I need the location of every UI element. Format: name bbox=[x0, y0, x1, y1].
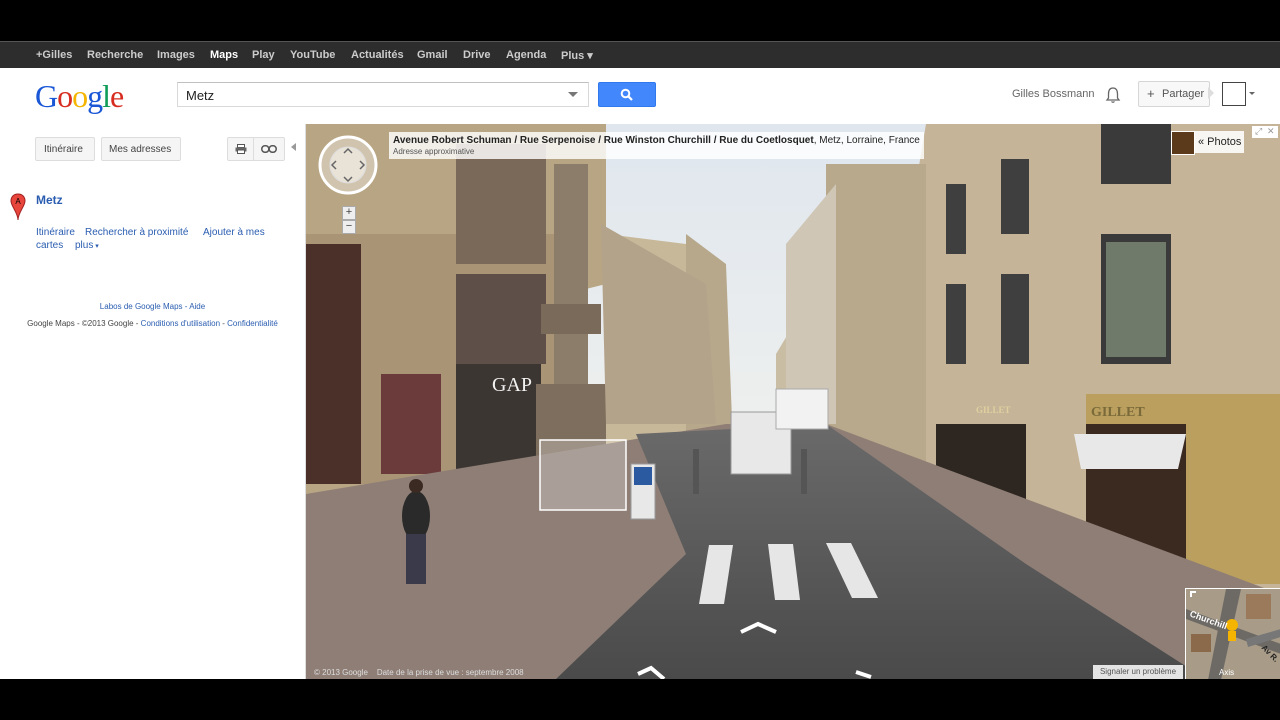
place-title[interactable]: Metz bbox=[36, 193, 63, 207]
collapse-panel-icon[interactable] bbox=[291, 143, 296, 151]
footer-line: Google Maps - ©2013 Google - Conditions … bbox=[27, 319, 278, 328]
shop-sign-gillet: GILLET bbox=[1091, 405, 1145, 420]
search-icon bbox=[620, 88, 633, 101]
gbar-item-search[interactable]: Recherche bbox=[87, 49, 143, 61]
notification-bell-icon[interactable] bbox=[1105, 86, 1121, 104]
labs-help-line[interactable]: Labos de Google Maps - Aide bbox=[0, 302, 305, 311]
chevron-down-icon[interactable] bbox=[1249, 92, 1255, 95]
add-to-maps-link[interactable]: Ajouter à mes bbox=[203, 227, 265, 238]
marker-letter: A bbox=[15, 197, 21, 206]
share-label: Partager bbox=[1162, 88, 1205, 100]
capture-date: Date de la prise de vue : septembre 2008 bbox=[376, 668, 524, 677]
photos-button[interactable]: « Photos bbox=[1171, 131, 1244, 155]
search-box bbox=[177, 82, 589, 107]
photos-label: « Photos bbox=[1198, 136, 1242, 148]
gbar-item-play[interactable]: Play bbox=[252, 49, 275, 61]
gbar-item-gmail[interactable]: Gmail bbox=[417, 49, 448, 61]
chevron-down-icon: ▾ bbox=[93, 243, 99, 250]
gbar-item-youtube[interactable]: YouTube bbox=[290, 49, 335, 61]
minimap-image bbox=[1186, 589, 1280, 679]
print-button[interactable] bbox=[227, 137, 255, 161]
print-icon bbox=[235, 144, 247, 154]
link-icon bbox=[261, 145, 277, 153]
itinerary-button-label: Itinéraire bbox=[44, 144, 83, 155]
street-view-panorama[interactable]: GAP GILLET GILLET + − Avenue Robert Schu… bbox=[306, 124, 1280, 679]
copyright-text: © 2013 Google bbox=[314, 668, 368, 677]
search-dropdown-icon[interactable] bbox=[568, 92, 578, 97]
plus-icon: + bbox=[1147, 86, 1155, 101]
street-scene-image: GAP GILLET GILLET bbox=[306, 124, 1280, 679]
shop-sign-gillet-small: GILLET bbox=[976, 405, 1011, 415]
search-button[interactable] bbox=[598, 82, 656, 107]
gbar-item-drive[interactable]: Drive bbox=[463, 49, 491, 61]
terms-link[interactable]: Conditions d'utilisation bbox=[141, 319, 220, 328]
shop-sign-gap: GAP bbox=[492, 374, 532, 396]
more-link[interactable]: plus ▾ bbox=[75, 240, 99, 251]
search-input[interactable] bbox=[184, 86, 558, 104]
address-streets: Avenue Robert Schuman / Rue Serpenoise /… bbox=[393, 135, 814, 146]
avatar[interactable] bbox=[1222, 82, 1246, 106]
zoom-in-button[interactable]: + bbox=[342, 206, 356, 220]
itinerary-button[interactable]: Itinéraire bbox=[35, 137, 95, 161]
address-city: , Metz, Lorraine, France bbox=[813, 135, 920, 146]
gbar-item-news[interactable]: Actualités bbox=[351, 49, 404, 61]
address-line: Avenue Robert Schuman / Rue Serpenoise /… bbox=[393, 135, 920, 146]
gbar-item-maps[interactable]: Maps bbox=[210, 49, 238, 61]
expand-icon[interactable]: ⤢ ✕ bbox=[1252, 126, 1278, 138]
gbar-item-more[interactable]: Plus ▾ bbox=[561, 49, 593, 62]
google-bar: +Gilles Recherche Images Maps Play YouTu… bbox=[0, 41, 1280, 69]
gbar-item-calendar[interactable]: Agenda bbox=[506, 49, 546, 61]
gbar-item-profile[interactable]: +Gilles bbox=[36, 49, 72, 61]
sidebar: Itinéraire Mes adresses A Metz Itinérair… bbox=[0, 124, 306, 679]
address-note: Adresse approximative bbox=[393, 147, 475, 156]
directions-link[interactable]: Itinéraire bbox=[36, 227, 75, 238]
screen: +Gilles Recherche Images Maps Play YouTu… bbox=[0, 0, 1280, 720]
my-places-button[interactable]: Mes adresses bbox=[101, 137, 181, 161]
link-button[interactable] bbox=[253, 137, 285, 161]
privacy-link[interactable]: Confidentialité bbox=[227, 319, 278, 328]
map-marker-icon[interactable]: A bbox=[10, 193, 26, 221]
address-overlay: Avenue Robert Schuman / Rue Serpenoise /… bbox=[389, 132, 924, 159]
share-arrow-icon bbox=[1208, 87, 1214, 99]
minimap[interactable]: Churchill Axis Av R. bbox=[1185, 588, 1280, 679]
user-name[interactable]: Gilles Bossmann bbox=[1012, 88, 1095, 100]
report-problem-link[interactable]: Signaler un problème bbox=[1093, 665, 1183, 679]
photo-thumbnail bbox=[1171, 131, 1195, 155]
zoom-out-button[interactable]: − bbox=[342, 220, 356, 234]
more-link-label: plus bbox=[75, 240, 94, 251]
minimap-poi-label: Axis bbox=[1219, 668, 1235, 677]
google-logo[interactable]: Google bbox=[35, 78, 124, 115]
search-nearby-link[interactable]: Rechercher à proximité bbox=[85, 227, 188, 238]
pan-control[interactable] bbox=[318, 135, 378, 195]
share-button[interactable]: + Partager bbox=[1138, 81, 1210, 107]
gbar-item-images[interactable]: Images bbox=[157, 49, 195, 61]
header: Google Gilles Bossmann + Partager bbox=[0, 68, 1280, 124]
add-to-maps-link-cont[interactable]: cartes bbox=[36, 240, 63, 251]
footer-copyright: Google Maps - ©2013 Google - bbox=[27, 319, 141, 328]
streetview-copyright: © 2013 Google Date de la prise de vue : … bbox=[314, 668, 524, 677]
my-places-button-label: Mes adresses bbox=[109, 144, 172, 155]
